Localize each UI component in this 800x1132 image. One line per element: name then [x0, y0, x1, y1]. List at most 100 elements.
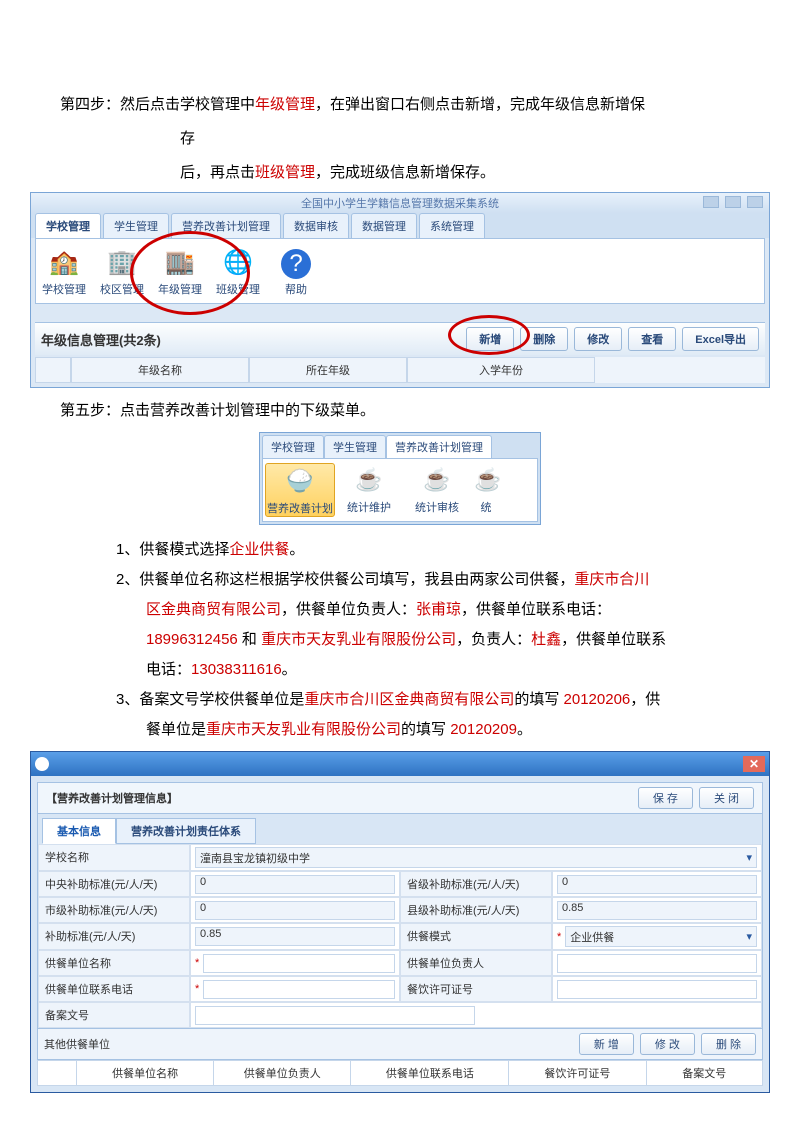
t: 区金典商贸有限公司 — [146, 601, 281, 618]
tab-basic-info[interactable]: 基本信息 — [42, 818, 116, 844]
ribbon-more[interactable]: ☕统 — [471, 463, 501, 517]
lbl: 营养改善计划 — [267, 503, 333, 515]
city-subsidy-input[interactable]: 0 — [195, 901, 395, 920]
list-item-1: 1、供餐模式选择企业供餐。 — [116, 535, 740, 565]
t: 重庆市合川 — [574, 571, 649, 588]
tab-student[interactable]: 学生管理 — [324, 435, 386, 458]
t: 3、备案文号学校供餐单位是 — [116, 691, 304, 708]
view-button[interactable]: 查看 — [628, 327, 676, 351]
tab-nutrition[interactable]: 营养改善计划管理 — [386, 435, 492, 458]
tabs: 学校管理 学生管理 营养改善计划管理 — [260, 433, 540, 458]
col-grade: 所在年级 — [249, 357, 407, 383]
step4-para: 第四步：然后点击学校管理中年级管理，在弹出窗口右侧点击新增，完成年级信息新增保 — [60, 90, 740, 120]
lbl: 统计维护 — [347, 502, 391, 514]
meal-mode-select[interactable]: 企业供餐 — [565, 926, 757, 947]
county-subsidy-input[interactable]: 0.85 — [557, 901, 757, 920]
close-button[interactable]: ✕ — [743, 756, 765, 772]
cup-icon: ☕ — [471, 463, 501, 497]
col-enroll-year: 入学年份 — [407, 357, 595, 383]
other-delete-button[interactable]: 删 除 — [701, 1033, 756, 1055]
record-no-input[interactable] — [195, 1006, 475, 1025]
ribbon-help[interactable]: ? 帮助 — [270, 249, 322, 297]
col-license: 餐饮许可证号 — [509, 1061, 646, 1085]
edit-button[interactable]: 修改 — [574, 327, 622, 351]
subsidy-input[interactable]: 0.85 — [195, 927, 395, 946]
unit-owner-input[interactable] — [557, 954, 757, 973]
t: 2、供餐单位名称这栏根据学校供餐公司填写，我县由两家公司供餐， — [116, 571, 574, 588]
col-unit-owner: 供餐单位负责人 — [214, 1061, 351, 1085]
province-subsidy-input[interactable]: 0 — [557, 875, 757, 894]
close-button[interactable]: 关 闭 — [699, 787, 754, 809]
cup-icon: ☕ — [352, 463, 386, 497]
close-icon[interactable] — [747, 196, 763, 208]
t: ，供餐单位联系 — [561, 631, 666, 648]
max-icon[interactable] — [725, 196, 741, 208]
list-item-2-cont: 区金典商贸有限公司，供餐单位负责人：张甫琼，供餐单位联系电话： — [116, 595, 740, 625]
screenshot-1: 全国中小学生学籍信息管理数据采集系统 学校管理 学生管理 营养改善计划管理 数据… — [30, 192, 770, 388]
red-circle-annotation — [130, 231, 250, 315]
other-units-label: 其他供餐单位 — [44, 1036, 110, 1052]
t: 张甫琼 — [416, 601, 461, 618]
ribbon: 🏫学校管理 🏢校区管理 🏬年级管理 🌐班级管理 ?帮助 — [35, 238, 765, 304]
t: 和 — [238, 631, 261, 648]
school-select[interactable]: 潼南县宝龙镇初级中学 — [195, 847, 757, 868]
building-icon: 🏫 — [47, 245, 81, 279]
t: 重庆市天友乳业有限股份公司 — [206, 721, 401, 738]
tab-data-mgmt[interactable]: 数据管理 — [351, 213, 417, 238]
t: 后，再点击 — [180, 164, 255, 181]
tab-school-mgmt[interactable]: 学校管理 — [35, 213, 101, 238]
cup-icon: ☕ — [420, 463, 454, 497]
min-icon[interactable] — [703, 196, 719, 208]
tab-system-mgmt[interactable]: 系统管理 — [419, 213, 485, 238]
lbl: 统 — [481, 502, 492, 514]
help-icon: ? — [281, 249, 311, 279]
title-text: 全国中小学生学籍信息管理数据采集系统 — [301, 195, 499, 211]
step4-line2: 存 — [60, 124, 740, 154]
list-item-3-cont: 餐单位是重庆市天友乳业有限股份公司的填写 20120209。 — [116, 715, 740, 745]
t: ，在弹出窗口右侧点击新增，完成年级信息新增保 — [315, 96, 645, 113]
required-icon: * — [195, 983, 199, 995]
lbl: 统计审核 — [415, 502, 459, 514]
lbl: 帮助 — [285, 284, 307, 296]
col-checkbox — [35, 357, 71, 383]
dialog-titlebar: ✕ — [31, 752, 769, 776]
red-circle-annotation — [448, 315, 530, 355]
ribbon-school-mgmt[interactable]: 🏫学校管理 — [38, 245, 90, 297]
ribbon-stat-maint[interactable]: ☕ 统计维护 — [335, 463, 403, 517]
list-item-3: 3、备案文号学校供餐单位是重庆市合川区金典商贸有限公司的填写 20120206，… — [116, 685, 740, 715]
t: 电话： — [146, 661, 191, 678]
label-unit-owner: 供餐单位负责人 — [400, 950, 552, 976]
t: 的填写 — [401, 721, 450, 738]
list-item-2-cont: 电话：13038311616。 — [116, 655, 740, 685]
other-edit-button[interactable]: 修 改 — [640, 1033, 695, 1055]
col-check — [38, 1061, 77, 1085]
t: 。 — [282, 661, 297, 678]
label-province-subsidy: 省级补助标准(元/人/天) — [400, 871, 552, 897]
unit-name-input[interactable] — [203, 954, 395, 973]
col-unit-name: 供餐单位名称 — [77, 1061, 214, 1085]
other-add-button[interactable]: 新 增 — [579, 1033, 634, 1055]
ribbon-nutrition-plan[interactable]: 🍚营养改善计划 — [265, 463, 335, 517]
t: 。 — [517, 721, 532, 738]
tab-data-review[interactable]: 数据审核 — [283, 213, 349, 238]
t: 杜鑫 — [531, 631, 561, 648]
col-record-no: 备案文号 — [647, 1061, 763, 1085]
tab-responsibility[interactable]: 营养改善计划责任体系 — [116, 818, 256, 844]
step5-para: 第五步：点击营养改善计划管理中的下级菜单。 — [60, 396, 740, 426]
other-units-header: 其他供餐单位 新 增 修 改 删 除 — [37, 1029, 763, 1060]
screenshot-3-form: ✕ 【营养改善计划管理信息】 保 存 关 闭 基本信息 营养改善计划责任体系 学… — [30, 751, 770, 1093]
t: 1、供餐模式选择 — [116, 541, 229, 558]
t: 18996312456 — [146, 631, 238, 648]
save-button[interactable]: 保 存 — [638, 787, 693, 809]
excel-export-button[interactable]: Excel导出 — [682, 327, 759, 351]
catering-license-input[interactable] — [557, 980, 757, 999]
ribbon-stat-review[interactable]: ☕ 统计审核 — [403, 463, 471, 517]
label-subsidy: 补助标准(元/人/天) — [38, 923, 190, 950]
tab-school[interactable]: 学校管理 — [262, 435, 324, 458]
t: 。 — [289, 541, 304, 558]
central-subsidy-input[interactable]: 0 — [195, 875, 395, 894]
t: 重庆市合川区金典商贸有限公司 — [304, 691, 514, 708]
t: 20120209 — [450, 721, 517, 738]
tab-student-mgmt[interactable]: 学生管理 — [103, 213, 169, 238]
unit-phone-input[interactable] — [203, 980, 395, 999]
